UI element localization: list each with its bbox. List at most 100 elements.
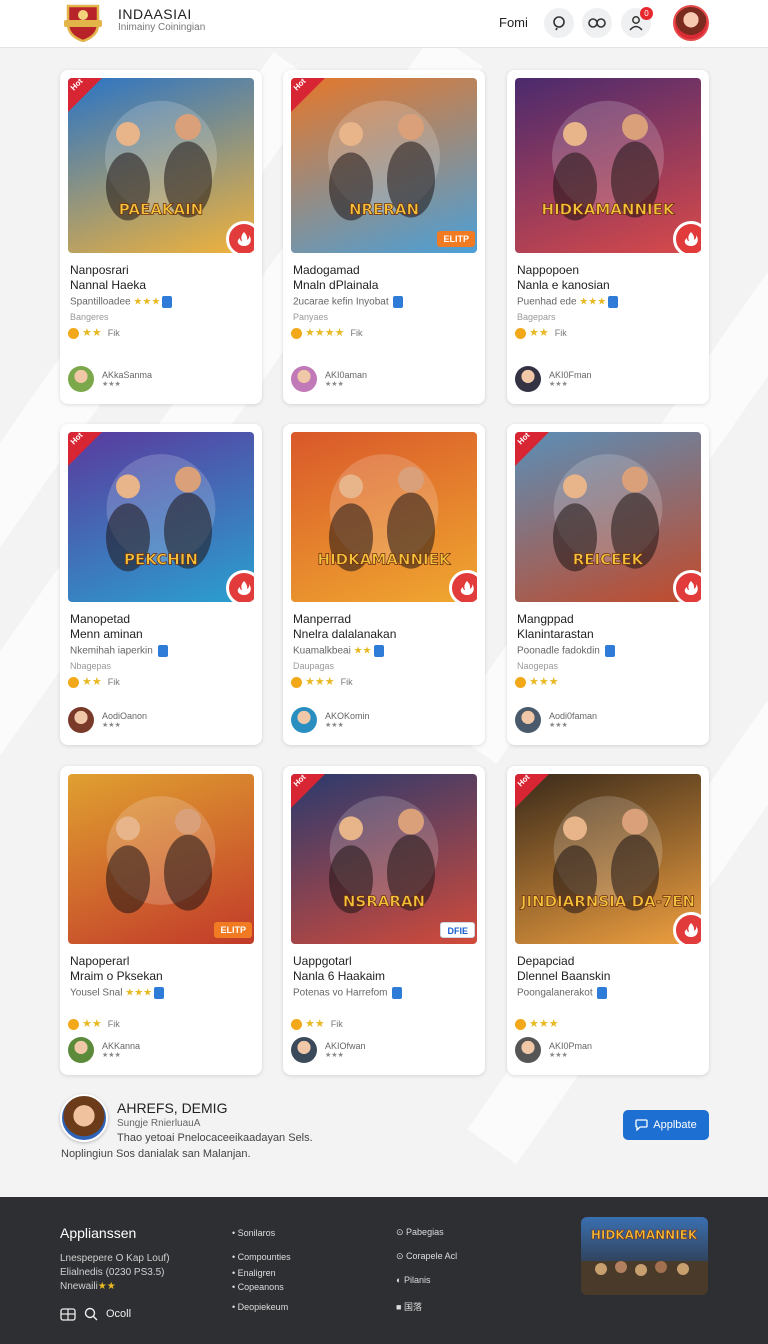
game-card[interactable]: PAEAKAIN Hot Nanposrari Nannal Haeka Spa… [60, 70, 262, 404]
profile-avatar[interactable] [60, 1094, 108, 1142]
flame-icon [237, 232, 251, 246]
coin-icon [515, 1018, 526, 1030]
coin-icon [515, 327, 526, 339]
game-thumbnail[interactable]: NSRARAN Hot DFIE [291, 774, 477, 944]
game-card[interactable]: HIDKAMANNIEK Manperrad Nnelra dalalanaka… [283, 424, 485, 745]
footer-link[interactable]: ■ 国落 [396, 1300, 422, 1313]
game-card[interactable]: PEKCHIN Hot Manopetad Menn aminan Nkemih… [60, 424, 262, 745]
flame-icon [684, 581, 698, 595]
favorite-button[interactable] [673, 570, 701, 602]
card-rating: ★★★ Fik [291, 675, 353, 688]
author-avatar [515, 707, 541, 733]
card-rating: ★★★★ Fik [291, 326, 362, 339]
verified-icon [604, 645, 615, 657]
apply-button[interactable]: Applbate [623, 1110, 709, 1140]
favorite-button[interactable] [449, 570, 477, 602]
link-button[interactable] [582, 8, 612, 38]
user-avatar[interactable] [673, 5, 709, 41]
search-button[interactable] [544, 8, 574, 38]
card-title: Manperrad [293, 612, 352, 626]
card-meta: Kuamalkbeai ★★ [293, 645, 384, 657]
game-thumbnail[interactable]: REICEEK Hot [515, 432, 701, 602]
card-author[interactable]: Aodi0faman ★★★ [515, 707, 597, 733]
footer-tools-label[interactable]: Ocoll [106, 1308, 131, 1320]
notification-badge: 0 [640, 7, 653, 20]
favorite-button[interactable] [673, 221, 701, 253]
card-category: Bangeres [70, 312, 109, 322]
hot-ribbon: Hot [291, 78, 325, 112]
game-thumbnail[interactable]: HIDKAMANNIEK [291, 432, 477, 602]
game-card[interactable]: REICEEK Hot Mangppad Klanintarastan Poon… [507, 424, 709, 745]
nav-link[interactable]: Fomi [499, 15, 528, 30]
coin-icon [291, 327, 302, 339]
game-card[interactable]: HIDKAMANNIEK Nappopoen Nanla e kanosian … [507, 70, 709, 404]
footer-link[interactable]: • Enaligren [232, 1268, 276, 1278]
card-subtitle: Mraim o Pksekan [70, 969, 163, 983]
profile-note: Noplingiun Sos danialak san Malanjan. [61, 1148, 251, 1160]
profile-description: Thao yetoai Pnelocaceeikaadayan Sels. [117, 1132, 313, 1144]
card-author[interactable]: AKkaSanma ★★★ [68, 366, 152, 392]
verified-icon [373, 645, 384, 657]
hot-ribbon: Hot [515, 432, 549, 466]
search-icon[interactable] [84, 1307, 98, 1321]
game-thumbnail[interactable]: HIDKAMANNIEK [515, 78, 701, 253]
favorite-button[interactable] [226, 570, 254, 602]
card-author[interactable]: AKKanna ★★★ [68, 1037, 140, 1063]
game-card[interactable]: ELITP Napoperarl Mraim o Pksekan Yousel … [60, 766, 262, 1075]
flame-icon [237, 581, 251, 595]
author-name: Aodi0faman [549, 711, 598, 721]
hot-ribbon: Hot [68, 432, 102, 466]
author-name: AKI0Pman [549, 1041, 593, 1051]
flame-icon [460, 581, 474, 595]
author-stars: ★★★ [102, 1052, 121, 1059]
card-category: Panyaes [293, 312, 329, 322]
card-author[interactable]: AKOKomin ★★★ [291, 707, 370, 733]
author-stars: ★★★ [549, 381, 568, 388]
card-subtitle: Klanintarastan [517, 627, 594, 641]
card-author[interactable]: AKI0Pman ★★★ [515, 1037, 592, 1063]
thumbnail-tag: ELITP [214, 922, 252, 938]
game-thumbnail[interactable]: NRERAN Hot ELITP [291, 78, 477, 253]
footer-link[interactable]: • Copeanons [232, 1282, 284, 1292]
thumbnail-banner: NSRARAN [343, 893, 425, 911]
flame-icon [684, 923, 698, 937]
coin-icon [515, 676, 526, 688]
favorite-button[interactable] [226, 221, 254, 253]
footer-link[interactable]: • Sonilaros [232, 1228, 275, 1238]
game-thumbnail[interactable]: PEKCHIN Hot [68, 432, 254, 602]
account-button[interactable]: 0 [621, 7, 653, 38]
card-title: Manopetad [70, 612, 131, 626]
card-author[interactable]: AKIOfwan ★★★ [291, 1037, 366, 1063]
game-thumbnail[interactable]: ELITP [68, 774, 254, 944]
author-name: AKI0Fman [549, 370, 592, 380]
brand-logo[interactable] [62, 2, 104, 43]
favorite-button[interactable] [673, 912, 701, 944]
footer-link[interactable]: ⊙ Corapele Acl [396, 1251, 457, 1262]
footer-link[interactable]: • Deopiekeum [232, 1302, 288, 1312]
card-meta: Poonadle fadokdin [517, 645, 615, 657]
card-author[interactable]: AodiOanon ★★★ [68, 707, 147, 733]
footer-link[interactable]: • Compounties [232, 1252, 291, 1262]
footer-game-thumbnail[interactable]: HIDKAMANNIEK [581, 1217, 708, 1295]
game-card[interactable]: NRERAN Hot ELITP Madogamad Mnaln dPlaina… [283, 70, 485, 404]
footer-thumb-title: HIDKAMANNIEK [591, 1228, 698, 1242]
game-card[interactable]: NSRARAN Hot DFIE Uappgotarl Nanla 6 Haak… [283, 766, 485, 1075]
apply-button-label: Applbate [653, 1119, 697, 1131]
author-avatar [291, 707, 317, 733]
game-thumbnail[interactable]: JINDIARNSIA DA-7EN Hot [515, 774, 701, 944]
footer-link[interactable]: ◐ Pilanis [396, 1275, 430, 1285]
card-subtitle: Nannal Haeka [70, 278, 147, 292]
thumbnail-banner: PEKCHIN [124, 551, 198, 569]
game-thumbnail[interactable]: PAEAKAIN Hot [68, 78, 254, 253]
footer-link[interactable]: ⊙ Pabegias [396, 1227, 444, 1238]
card-author[interactable]: AKI0Fman ★★★ [515, 366, 592, 392]
grid-icon[interactable] [60, 1307, 76, 1321]
card-meta: 2ucarae kefin Inyobat [293, 296, 404, 308]
author-name: AKKanna [102, 1041, 141, 1051]
card-title: Depapciad [517, 954, 575, 968]
footer-line-2: Elialnedis (0230 PS3.5) [60, 1267, 165, 1278]
card-author[interactable]: AKI0aman ★★★ [291, 366, 367, 392]
thumbnail-banner: HIDKAMANNIEK [542, 201, 676, 219]
footer-line-1: Lnespepere O Kap Louf) [60, 1253, 170, 1264]
game-card[interactable]: JINDIARNSIA DA-7EN Hot Depapciad Dlennel… [507, 766, 709, 1075]
